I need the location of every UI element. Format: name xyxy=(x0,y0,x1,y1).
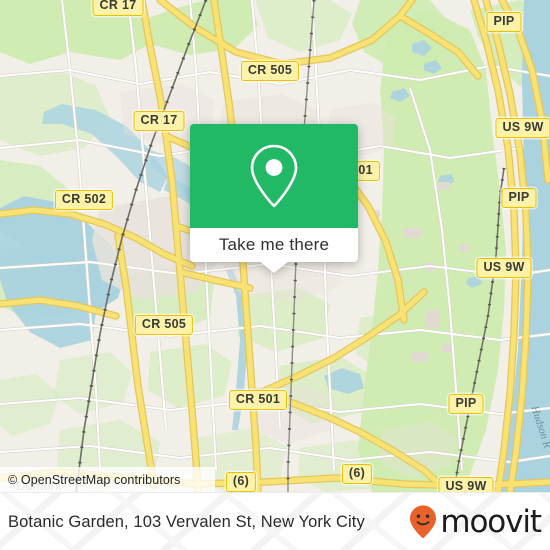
location-caption: Botanic Garden, 103 Vervalen St, New Yor… xyxy=(8,493,365,550)
road-shield: US 9W xyxy=(438,477,494,492)
take-me-there-callout[interactable]: Take me there xyxy=(190,124,358,273)
road-shield: (6) xyxy=(341,464,373,484)
callout-action-label: Take me there xyxy=(218,235,330,254)
osm-attribution-text: © OpenStreetMap contributors xyxy=(8,472,181,487)
road-shield: PIP xyxy=(448,394,484,414)
road-shield: CR 501 xyxy=(228,390,288,410)
moovit-location-share-card: Hudson R Dumont CR 17CR 505PIPCR 17US 9W… xyxy=(0,0,550,550)
callout-header xyxy=(190,124,358,228)
road-shield: PIP xyxy=(501,188,537,208)
osm-attribution[interactable]: © OpenStreetMap contributors xyxy=(0,467,215,492)
road-shield: US 9W xyxy=(495,118,550,138)
road-shield: CR 505 xyxy=(240,61,300,81)
road-shield: CR 17 xyxy=(133,111,185,131)
road-shield: CR 502 xyxy=(54,190,114,210)
moovit-wordmark: moovit xyxy=(440,503,542,540)
callout-action[interactable]: Take me there xyxy=(190,228,358,262)
location-caption-text: Botanic Garden, 103 Vervalen St, New Yor… xyxy=(8,512,365,531)
moovit-pin-smile-icon xyxy=(410,505,437,539)
footer-bar: Botanic Garden, 103 Vervalen St, New Yor… xyxy=(0,492,550,550)
road-shield: CR 17 xyxy=(92,0,144,16)
road-shield: US 9W xyxy=(476,258,532,278)
road-shield: CR 505 xyxy=(134,315,194,335)
road-shield: PIP xyxy=(486,12,522,32)
map-pin-icon xyxy=(250,144,298,208)
moovit-logo[interactable]: moovit xyxy=(408,493,542,550)
callout-tail xyxy=(259,261,289,273)
road-shield: (6) xyxy=(225,472,257,492)
